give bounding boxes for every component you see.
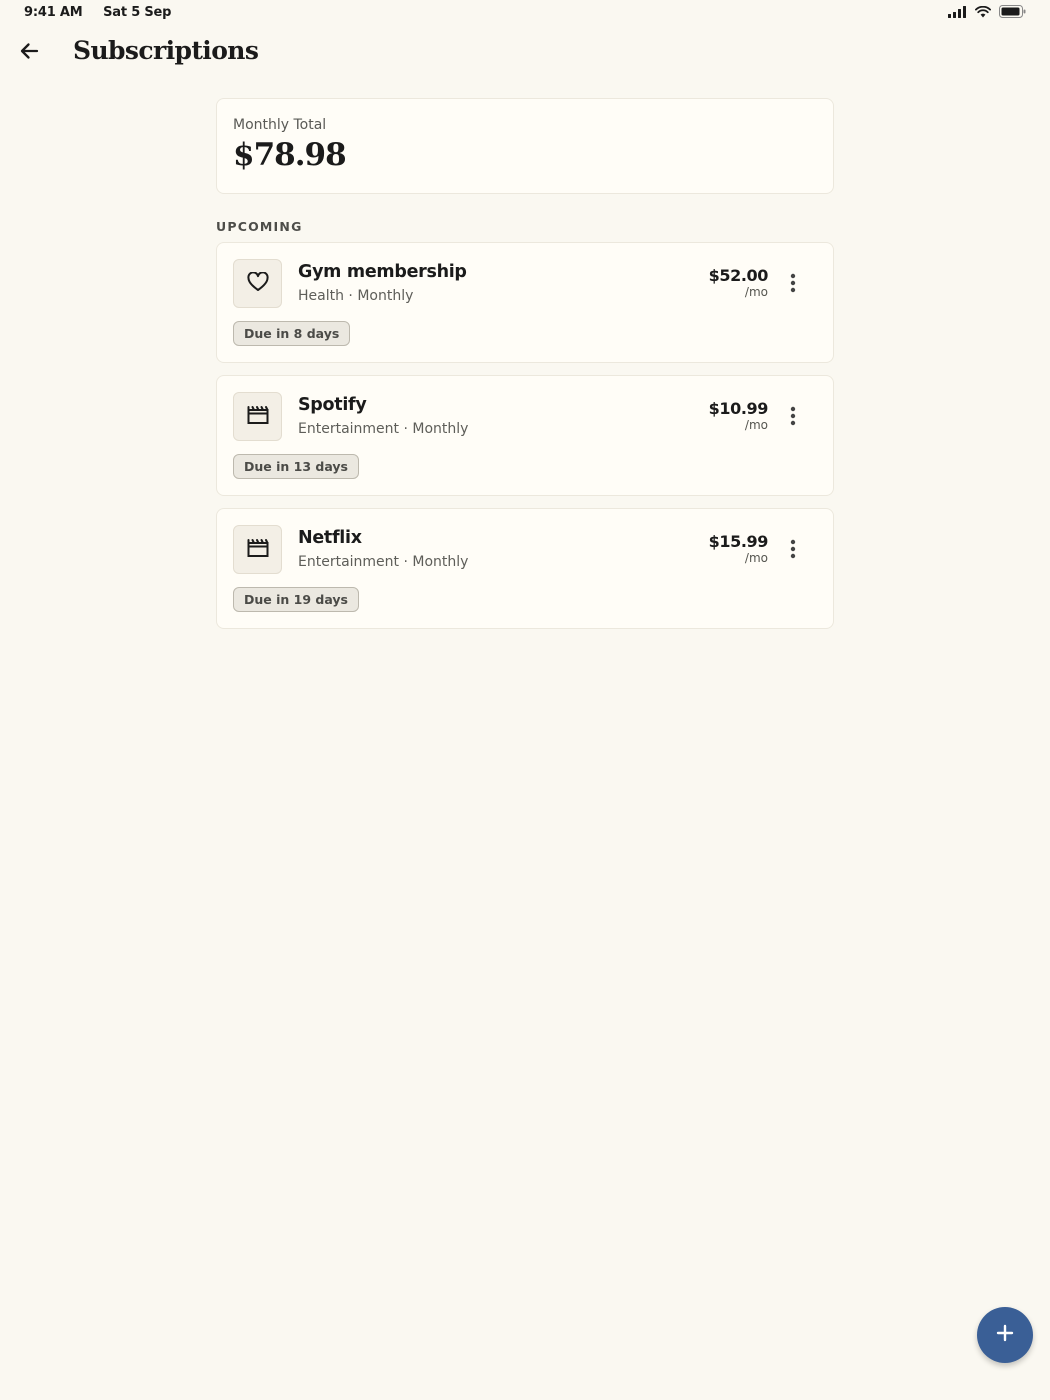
subscription-icon-box [233,392,282,441]
subscription-card[interactable]: Spotify Entertainment · Monthly $10.99 /… [216,375,834,496]
wifi-icon [975,5,991,18]
subscription-icon-box [233,525,282,574]
due-badge: Due in 19 days [233,587,359,612]
status-icons [948,5,1026,18]
battery-icon [999,5,1026,18]
subscription-price: $10.99 /mo [708,399,769,432]
due-badge: Due in 13 days [233,454,359,479]
subscription-price: $15.99 /mo [708,532,769,565]
more-vertical-icon [790,539,796,563]
due-badge: Due in 8 days [233,321,351,346]
subscription-name: Spotify [298,395,367,415]
monthly-total-card: Monthly Total $78.98 [216,98,834,194]
add-subscription-button[interactable] [977,1307,1033,1363]
subscription-period: /mo [744,551,768,565]
page-title: Subscriptions [73,36,259,65]
subscription-cycle: Monthly [357,288,414,304]
meta-separator: · [343,288,358,304]
subscription-amount: $52.00 [708,266,769,285]
subscription-period: /mo [744,418,768,432]
subscription-category: Entertainment [298,421,400,437]
more-vertical-icon [790,273,796,297]
monthly-total-label: Monthly Total [233,117,327,133]
heart-icon [246,270,269,296]
app-bar: Subscriptions [0,26,1050,82]
subscription-category: Entertainment [298,554,400,570]
meta-separator: · [399,421,413,437]
more-options-button[interactable] [781,404,805,432]
status-time: 9:41 AM [24,5,83,20]
meta-separator: · [399,554,413,570]
subscription-cycle: Monthly [412,421,469,437]
subscription-cycle: Monthly [412,554,469,570]
subscription-name: Netflix [298,528,362,548]
arrow-left-icon [19,42,39,64]
subscription-period: /mo [744,285,768,299]
subscription-price: $52.00 /mo [708,266,769,299]
subscription-meta: Entertainment · Monthly [298,554,468,570]
signal-icon [948,5,967,18]
clapperboard-icon [247,405,269,429]
monthly-total-value: $78.98 [233,137,347,173]
back-button[interactable] [10,34,48,72]
subscription-meta: Entertainment · Monthly [298,421,468,437]
subscription-card[interactable]: Gym membership Health · Monthly $52.00 /… [216,242,834,363]
more-vertical-icon [790,406,796,430]
subscription-category: Health [298,288,344,304]
subscription-icon-box [233,259,282,308]
subscription-list: Gym membership Health · Monthly $52.00 /… [216,242,834,629]
status-time-date: 9:41 AM Sat 5 Sep [24,5,171,20]
clapperboard-icon [247,538,269,562]
status-bar: 9:41 AM Sat 5 Sep [0,0,1050,26]
subscription-amount: $15.99 [708,532,769,551]
subscription-card[interactable]: Netflix Entertainment · Monthly $15.99 /… [216,508,834,629]
main-content: Monthly Total $78.98 UPCOMING Gym member… [216,98,834,641]
more-options-button[interactable] [781,271,805,299]
subscription-name: Gym membership [298,262,467,282]
subscription-meta: Health · Monthly [298,288,413,304]
status-date: Sat 5 Sep [103,5,172,20]
subscription-amount: $10.99 [708,399,769,418]
more-options-button[interactable] [781,537,805,565]
plus-icon [996,1324,1014,1346]
section-heading-upcoming: UPCOMING [216,219,303,234]
